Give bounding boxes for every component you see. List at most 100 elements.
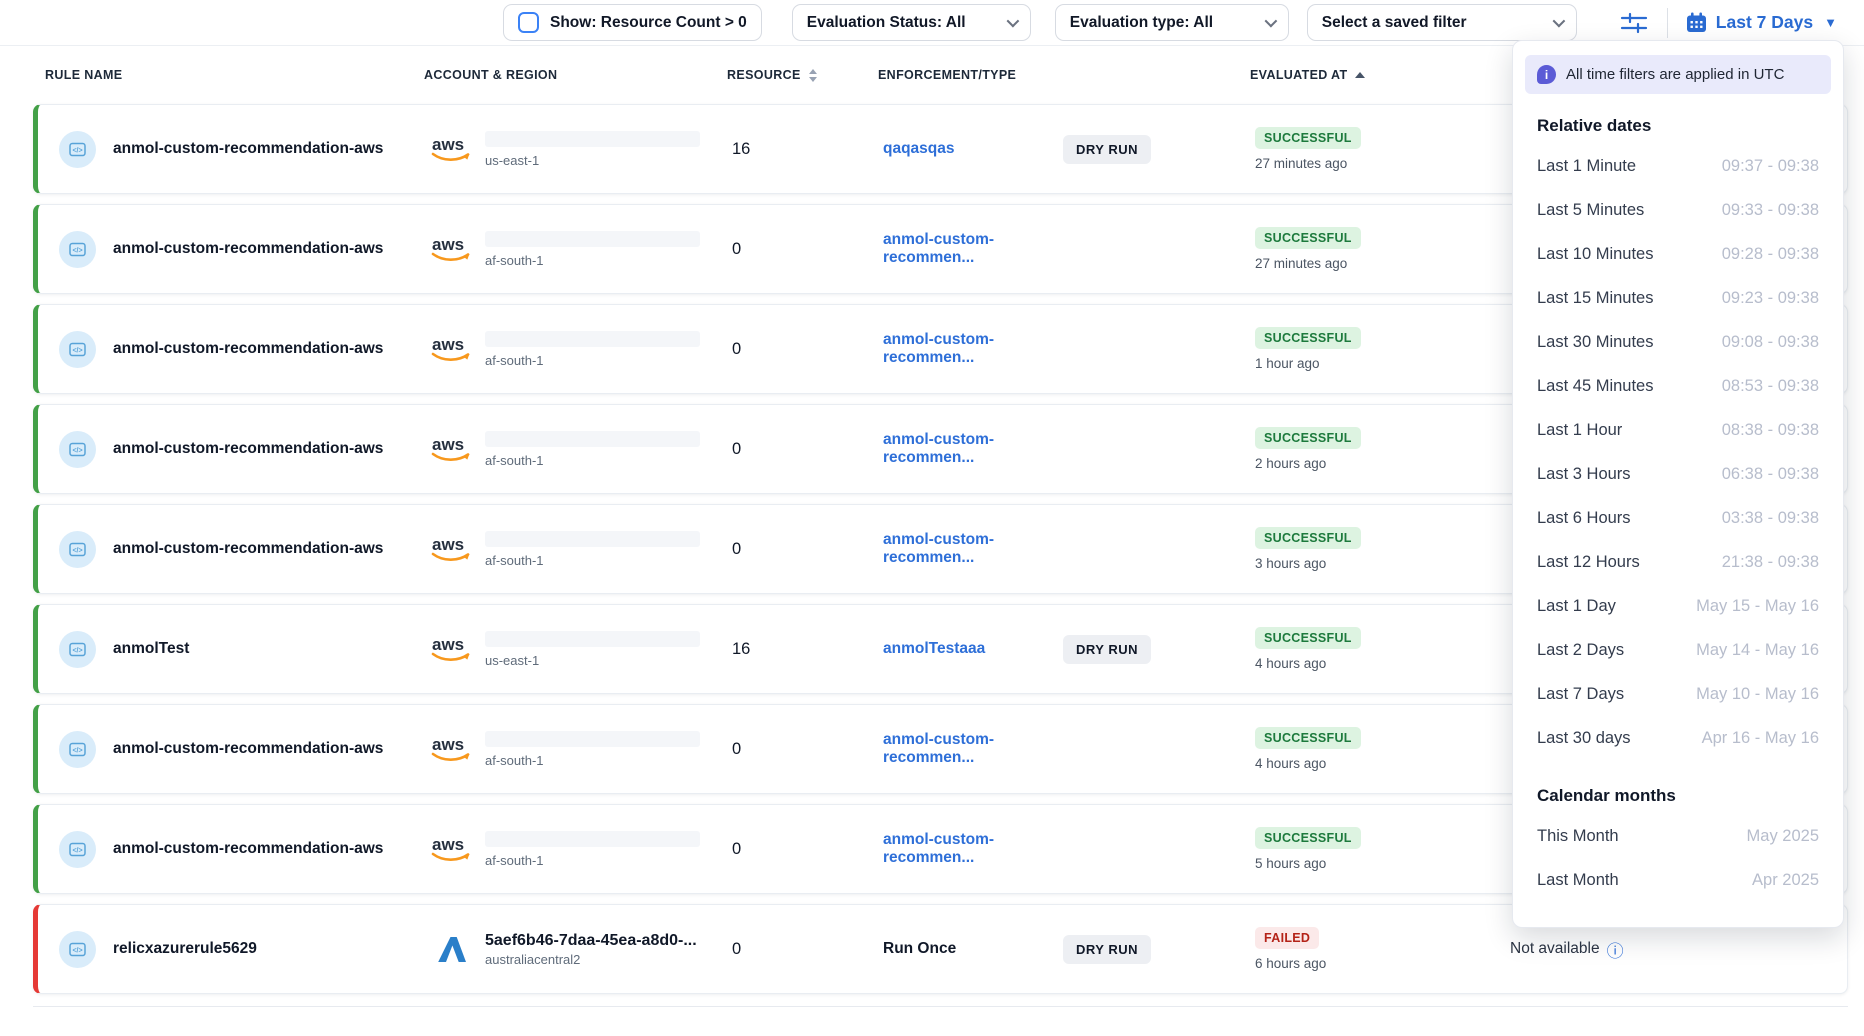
account-name-redacted <box>485 331 700 347</box>
enforcement-link[interactable]: anmol-custom-recommen... <box>883 231 1063 267</box>
provider-logo: aws <box>429 834 473 864</box>
date-range-option[interactable]: Last 15 Minutes 09:23 - 09:38 <box>1513 276 1843 320</box>
date-range-panel: i All time filters are applied in UTC Re… <box>1512 40 1844 928</box>
resource-count: 0 <box>732 340 883 359</box>
region-label: us-east-1 <box>485 653 700 668</box>
date-range-option-label: Last 7 Days <box>1537 685 1624 704</box>
saved-filter-select[interactable]: Select a saved filter <box>1307 4 1577 41</box>
provider-logo: aws <box>429 334 473 364</box>
date-range-option[interactable]: Last 12 Hours 21:38 - 09:38 <box>1513 540 1843 584</box>
relative-dates-heading: Relative dates <box>1513 116 1843 136</box>
svg-text:aws: aws <box>432 835 464 854</box>
date-range-option-label: Last 1 Minute <box>1537 157 1636 176</box>
date-range-option[interactable]: This Month May 2025 <box>1513 814 1843 858</box>
account-name-redacted <box>485 131 700 147</box>
date-range-option[interactable]: Last 1 Hour 08:38 - 09:38 <box>1513 408 1843 452</box>
date-range-option[interactable]: Last 3 Hours 06:38 - 09:38 <box>1513 452 1843 496</box>
date-range-option[interactable]: Last 7 Days May 10 - May 16 <box>1513 672 1843 716</box>
status-badge: FAILED <box>1255 927 1319 949</box>
aws-logo-icon: aws <box>429 634 473 664</box>
resource-count: 16 <box>732 640 883 659</box>
evaluation-type-select[interactable]: Evaluation type: All <box>1055 4 1289 41</box>
enforcement-link[interactable]: anmol-custom-recommen... <box>883 531 1063 567</box>
rule-badge-icon: </> <box>59 731 96 768</box>
date-range-option-value: Apr 2025 <box>1752 871 1819 890</box>
column-enforcement-type: ENFORCEMENT/TYPE <box>878 68 1250 82</box>
calendar-months-heading: Calendar months <box>1513 786 1843 806</box>
resource-count: 0 <box>732 540 883 559</box>
filter-sliders-icon <box>1619 10 1649 36</box>
aws-logo-icon: aws <box>429 834 473 864</box>
relative-dates-list: Last 1 Minute 09:37 - 09:38 Last 5 Minut… <box>1513 144 1843 760</box>
date-range-option[interactable]: Last 45 Minutes 08:53 - 09:38 <box>1513 364 1843 408</box>
account-name-redacted <box>485 631 700 647</box>
date-range-option[interactable]: Last 5 Minutes 09:33 - 09:38 <box>1513 188 1843 232</box>
date-range-option-label: Last Month <box>1537 871 1619 890</box>
svg-text:</>: </> <box>72 247 82 254</box>
sort-resource-button[interactable] <box>809 69 817 82</box>
evaluation-status-label: Evaluation Status: All <box>807 14 966 32</box>
account-name-redacted <box>485 831 700 847</box>
enforcement-link[interactable]: anmol-custom-recommen... <box>883 331 1063 367</box>
rule-name: anmol-custom-recommendation-aws <box>113 840 383 858</box>
provider-logo: aws <box>429 634 473 664</box>
date-range-option[interactable]: Last Month Apr 2025 <box>1513 858 1843 902</box>
provider-logo: aws <box>429 534 473 564</box>
toolbar-divider <box>1667 8 1668 38</box>
provider-logo: aws <box>429 434 473 464</box>
rule-badge-icon: </> <box>59 931 96 968</box>
aws-logo-icon: aws <box>429 334 473 364</box>
date-range-option-value: 09:08 - 09:38 <box>1722 333 1819 352</box>
aws-logo-icon: aws <box>429 534 473 564</box>
evaluation-status-select[interactable]: Evaluation Status: All <box>792 4 1031 41</box>
date-range-option[interactable]: Last 30 days Apr 16 - May 16 <box>1513 716 1843 760</box>
info-circle-icon[interactable]: ⓘ <box>1607 937 1624 962</box>
svg-text:aws: aws <box>432 635 464 654</box>
resource-count: 0 <box>732 240 883 259</box>
enforcement-link[interactable]: anmolTestaaa <box>883 640 1063 658</box>
filter-sliders-button[interactable] <box>1619 10 1649 36</box>
date-range-option-value: 06:38 - 09:38 <box>1722 465 1819 484</box>
aws-logo-icon: aws <box>429 234 473 264</box>
evaluation-type-label: Evaluation type: All <box>1070 14 1213 32</box>
region-label: af-south-1 <box>485 853 700 868</box>
enforcement-link[interactable]: anmol-custom-recommen... <box>883 431 1063 467</box>
svg-text:</>: </> <box>72 347 82 354</box>
date-range-button[interactable]: Last 7 Days ▼ <box>1686 12 1837 33</box>
date-range-option[interactable]: Last 30 Minutes 09:08 - 09:38 <box>1513 320 1843 364</box>
dry-run-badge: DRY RUN <box>1063 135 1151 164</box>
date-range-option-value: 08:38 - 09:38 <box>1722 421 1819 440</box>
resource-count-checkbox[interactable] <box>518 12 539 33</box>
date-range-option-value: 08:53 - 09:38 <box>1722 377 1819 396</box>
region-label: australiacentral2 <box>485 952 697 967</box>
region-label: af-south-1 <box>485 353 700 368</box>
date-range-option[interactable]: Last 2 Days May 14 - May 16 <box>1513 628 1843 672</box>
rule-name: anmol-custom-recommendation-aws <box>113 240 383 258</box>
show-resource-count-toggle[interactable]: Show: Resource Count > 0 <box>503 4 762 41</box>
date-range-option-value: 09:28 - 09:38 <box>1722 245 1819 264</box>
resource-count: 0 <box>732 940 883 959</box>
date-range-option-label: Last 30 Minutes <box>1537 333 1653 352</box>
enforcement-link[interactable]: anmol-custom-recommen... <box>883 831 1063 867</box>
rule-name: anmol-custom-recommendation-aws <box>113 140 383 158</box>
date-range-option[interactable]: Last 1 Minute 09:37 - 09:38 <box>1513 144 1843 188</box>
aws-logo-icon: aws <box>429 434 473 464</box>
account-id: 5aef6b46-7daa-45ea-a8d0-... <box>485 932 697 950</box>
evaluated-time: 27 minutes ago <box>1255 156 1347 171</box>
evaluated-time: 5 hours ago <box>1255 856 1326 871</box>
calendar-months-list: This Month May 2025 Last Month Apr 2025 <box>1513 814 1843 902</box>
svg-text:</>: </> <box>72 947 82 954</box>
status-badge: SUCCESSFUL <box>1255 127 1361 149</box>
sort-evaluated-at-ascending-icon[interactable] <box>1355 72 1365 78</box>
svg-text:aws: aws <box>432 435 464 454</box>
chevron-down-icon <box>1552 15 1565 28</box>
utc-notice: i All time filters are applied in UTC <box>1525 55 1831 94</box>
date-range-option[interactable]: Last 1 Day May 15 - May 16 <box>1513 584 1843 628</box>
provider-logo: aws <box>429 734 473 764</box>
enforcement-link[interactable]: anmol-custom-recommen... <box>883 731 1063 767</box>
date-range-option[interactable]: Last 10 Minutes 09:28 - 09:38 <box>1513 232 1843 276</box>
date-range-option[interactable]: Last 6 Hours 03:38 - 09:38 <box>1513 496 1843 540</box>
resource-count-label: Show: Resource Count > 0 <box>550 14 747 32</box>
enforcement-link[interactable]: qaqasqas <box>883 140 1063 158</box>
resource-count: 0 <box>732 840 883 859</box>
